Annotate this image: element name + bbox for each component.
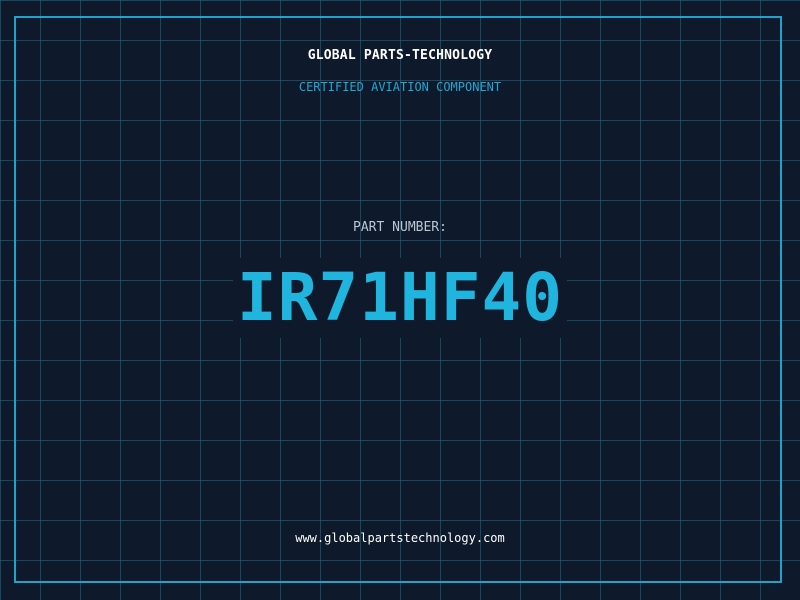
- part-number-label: PART NUMBER:: [353, 220, 447, 235]
- part-number-value: IR71HF40: [233, 258, 567, 338]
- certification-subtitle: CERTIFIED AVIATION COMPONENT: [298, 80, 502, 94]
- label-page: GLOBAL PARTS-TECHNOLOGY CERTIFIED AVIATI…: [0, 0, 800, 600]
- website-url: www.globalpartstechnology.com: [295, 531, 505, 545]
- company-name: GLOBAL PARTS-TECHNOLOGY: [307, 48, 493, 63]
- part-number-container: IR71HF40: [0, 258, 800, 338]
